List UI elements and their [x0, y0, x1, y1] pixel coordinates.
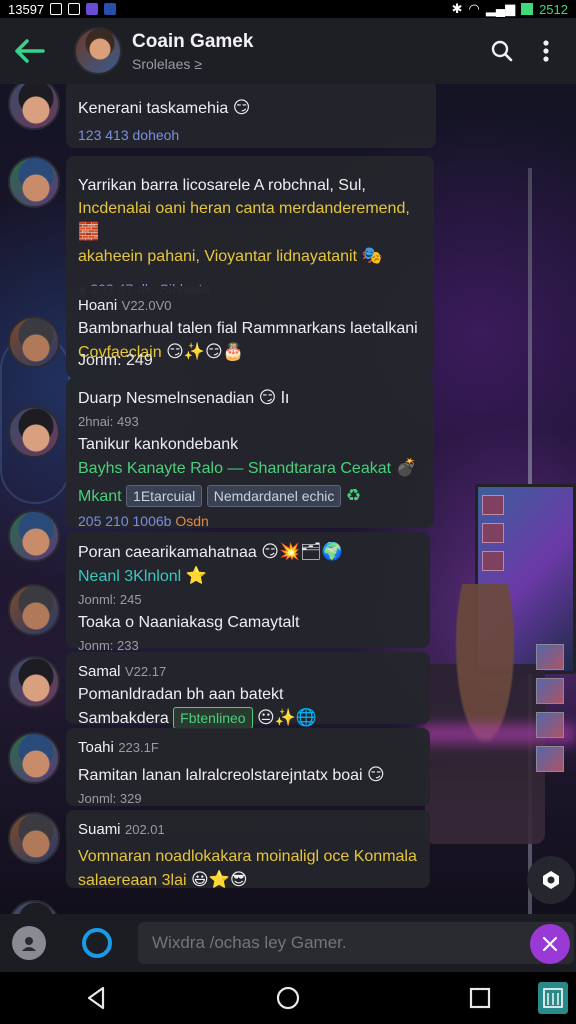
- message-text: Pomanldradan bh aan batekt: [78, 686, 284, 703]
- more-options-icon[interactable]: [524, 29, 568, 73]
- bluetooth-icon: ✱: [451, 1, 463, 16]
- smirk-emoji-icon: 😏: [232, 98, 251, 117]
- message-text: akaheein pahani, Vioyantar lidnayatanit: [78, 248, 358, 265]
- message-text: Bayhs Kanayte Ralo — Shandtarara Ceakat: [78, 460, 392, 477]
- status-bar: 13597 ✱ ◠ ▂▄▆ 2512: [0, 0, 576, 18]
- message-text: Kenerani taskamehia: [78, 100, 229, 117]
- message-text: Toaka o Naaniakasg Camaytalt: [78, 614, 300, 631]
- user-avatar[interactable]: [8, 156, 60, 208]
- message-bubble[interactable]: Samal V22.17 Pomanldradan bh aan batekt …: [66, 652, 430, 729]
- bomb-emoji-icon: 💣: [395, 458, 417, 477]
- status-time: 13597: [8, 1, 45, 17]
- message-bubble[interactable]: Poran caearikamahatnaa 😏💥🗂🌍 Neanl 3Klnlo…: [66, 532, 430, 653]
- message-text: salaereaan 3lai: [78, 872, 187, 889]
- battery-level: 2512: [539, 1, 568, 17]
- wifi-icon: ◠: [468, 1, 480, 16]
- nav-home-icon[interactable]: [258, 976, 318, 1020]
- send-button[interactable]: [530, 924, 570, 964]
- message-meta: 205 210 1006b: [78, 513, 172, 529]
- message-text: Bambnarhual talen fial Rammnarkans laeta…: [78, 320, 418, 337]
- back-arrow-icon[interactable]: [6, 24, 60, 78]
- message-text: Ramitan lanan lalralcreolstarejntatx boa…: [78, 767, 363, 784]
- message-time: V22.17: [124, 664, 167, 679]
- message-bubble[interactable]: Toahi 223.1F Ramitan lanan lalralcreolst…: [66, 728, 430, 806]
- sender-name: Suami: [78, 821, 121, 838]
- message-text: Neanl 3Klnlonl: [78, 568, 182, 585]
- user-avatar[interactable]: [8, 510, 60, 562]
- message-meta: 123 413 doheoh: [78, 127, 180, 143]
- scroll-down-button[interactable]: [527, 856, 575, 904]
- chat-title-block[interactable]: Coain Gamek Srolelaes ≥: [132, 31, 480, 72]
- sender-name: Samal: [78, 663, 121, 680]
- message-text: Vomnaran noadlokakara moinaligl oce Konm…: [78, 848, 417, 865]
- message-text: Incdenalai oani heran canta merdandereme…: [78, 200, 410, 217]
- attach-icon[interactable]: [82, 928, 112, 958]
- user-avatar[interactable]: [8, 584, 60, 636]
- message-text: Sambakdera: [78, 710, 169, 727]
- notification-icon: [86, 3, 99, 15]
- user-avatar[interactable]: [8, 656, 60, 708]
- brick-emoji-icon: 🧱: [78, 222, 100, 241]
- notification-icon: [68, 3, 81, 15]
- smirk-emoji-icon: 😏: [367, 765, 385, 784]
- message-time: V22.0V0: [121, 298, 172, 313]
- user-avatar[interactable]: [8, 732, 60, 784]
- message-list[interactable]: Kenerani taskamehia 😏 123 413 doheoh Yar…: [0, 84, 576, 914]
- message-input-bar: [0, 914, 576, 972]
- nav-back-icon[interactable]: [66, 976, 126, 1020]
- message-time: 202.01: [124, 822, 165, 837]
- sender-name: Hoani: [78, 297, 118, 314]
- user-avatar[interactable]: [8, 900, 60, 914]
- message-bubble[interactable]: Yarrikan barra licosarele A robchnal, Su…: [66, 156, 434, 297]
- message-time: 223.1F: [118, 740, 159, 755]
- message-meta: Osdn: [175, 513, 209, 529]
- group-title: Coain Gamek: [132, 30, 254, 52]
- message-meta: Jonm: 249: [78, 352, 153, 369]
- message-meta: Jonml: 329: [78, 791, 142, 806]
- emoji-group-icon: 😃⭐😎: [190, 870, 248, 889]
- search-icon[interactable]: [480, 29, 524, 73]
- notification-icon: [50, 3, 63, 15]
- chip-label: Mkant: [78, 488, 122, 505]
- battery-icon: [521, 3, 534, 15]
- chat-header: Coain Gamek Srolelaes ≥: [0, 18, 576, 84]
- user-avatar[interactable]: [8, 84, 60, 130]
- message-bubble[interactable]: Duarp Nesmelnsenadian 😏 lı 2hnai: 493 Ta…: [66, 378, 434, 529]
- message-text: Duarp Nesmelnsenadian: [78, 390, 255, 407]
- tag-chip[interactable]: 1Etarcuial: [126, 485, 203, 507]
- mask-emoji-icon: 🎭: [361, 246, 383, 265]
- sender-name: Toahi: [78, 739, 114, 756]
- message-text: Yarrikan barra licosarele A robchnal, Su…: [78, 177, 366, 194]
- keyboard-icon[interactable]: [538, 982, 568, 1014]
- group-avatar[interactable]: [74, 27, 122, 75]
- notification-icon: [104, 3, 117, 15]
- signal-icon: ▂▄▆: [485, 1, 516, 16]
- message-text: Tanikur kankondebank: [78, 436, 239, 453]
- recycle-emoji-icon: ♻: [345, 486, 362, 505]
- message-meta: Jonml: 245: [78, 592, 142, 607]
- profile-icon[interactable]: [12, 926, 46, 960]
- message-meta: 2hnai: 493: [78, 414, 139, 429]
- emoji-group-icon: 😏✨😏🎂: [166, 342, 244, 361]
- tag-chip[interactable]: Nemdardanel echic: [206, 485, 342, 507]
- system-nav-bar: [0, 972, 576, 1024]
- message-text: Poran caearikamahatnaa: [78, 544, 257, 561]
- smirk-emoji-icon: 😏 lı: [258, 388, 290, 407]
- emoji-group-icon: 😏💥🗂🌍: [261, 542, 343, 561]
- star-emoji-icon: ⭐: [185, 566, 207, 585]
- user-avatar[interactable]: [8, 812, 60, 864]
- message-input[interactable]: [138, 922, 574, 964]
- message-bubble[interactable]: Kenerani taskamehia 😏 123 413 doheoh: [66, 84, 436, 148]
- emoji-group-icon: 😐✨🌐: [257, 708, 318, 727]
- group-subtitle: Srolelaes ≥: [132, 55, 202, 72]
- tag-chip[interactable]: Fbtenlineo: [173, 707, 253, 729]
- message-bubble[interactable]: Suami 202.01 Vomnaran noadlokakara moina…: [66, 810, 430, 889]
- user-avatar[interactable]: [8, 316, 60, 368]
- user-avatar[interactable]: [8, 406, 60, 458]
- nav-recents-icon[interactable]: [450, 976, 510, 1020]
